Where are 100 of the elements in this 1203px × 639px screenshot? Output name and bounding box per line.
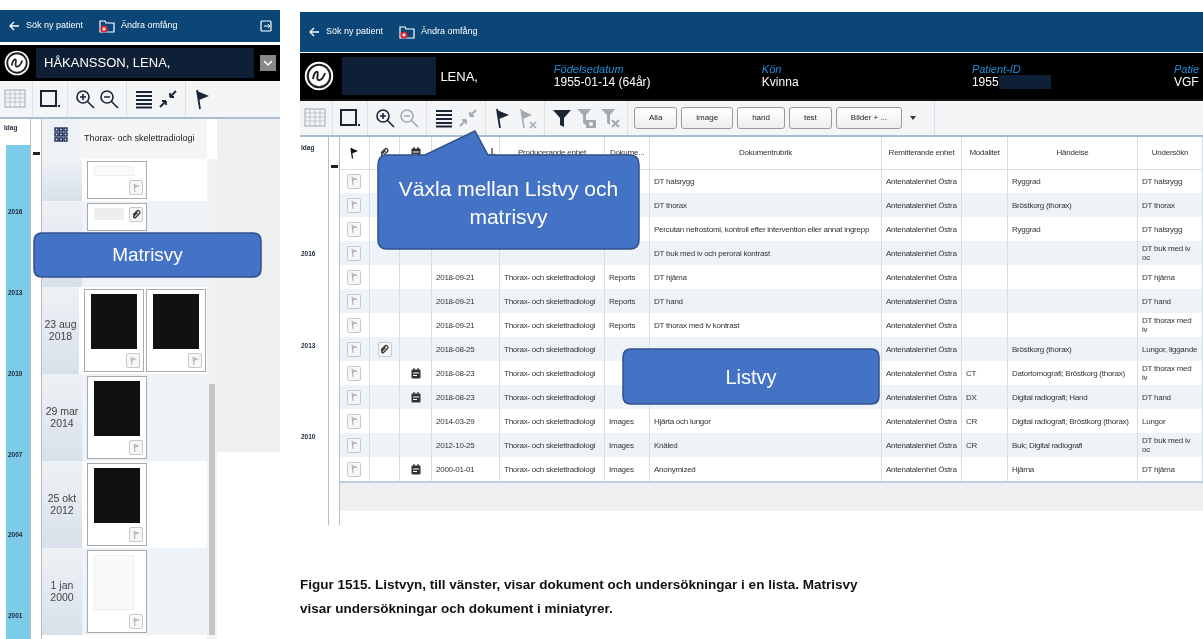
date-cell: 25 okt 2012 [42,461,82,548]
table-cell: CR [966,416,978,426]
table-cell: Thorax- och skelettradiologi [504,464,596,474]
column-header[interactable]: Remitterande enhet [888,146,955,159]
scroll-thumb[interactable] [209,384,215,635]
table-cell: DT buk med iv oc [1142,436,1191,454]
thumbnail[interactable] [87,376,147,459]
column-header[interactable]: Undersökn [1151,146,1189,159]
callout: Listvy [622,348,880,405]
zoom-in-icon[interactable] [74,88,96,110]
filter-button[interactable]: image [681,107,734,129]
thumbnail[interactable] [146,289,206,372]
paperclip-icon[interactable] [379,147,390,159]
table-cell: Thorax- och skelettradiologi [504,416,596,426]
table-cell: Antenatalenhet Östra [886,392,957,402]
thumbnail[interactable] [84,289,144,372]
table-cell: Antenatalenhet Östra [886,296,957,306]
patient-name: HÅKANSSON, LENA, [44,54,171,73]
table-cell: 2014-03-29 [436,416,475,426]
table-cell: Digital radiografi; Bröstkorg (thorax) [1012,416,1129,426]
table-cell: Thorax- och skelettradiologi [504,344,596,354]
table-cell: Percutan nefrostomi, kontroll efter intervention eller annat ingrepp [654,224,870,234]
table-cell: Thorax- och skelettradiologi [504,320,596,330]
callout: Matrisvy [33,232,262,278]
filter-button[interactable]: test [788,107,832,129]
table-cell: DT hjärna [654,272,687,282]
table-cell: 2000-01-01 [436,464,475,474]
table-cell: Antenatalenhet Östra [886,224,957,234]
table-cell: Images [609,416,634,426]
table-cell: Antenatalenhet Östra [886,272,957,282]
filter-button[interactable]: Alla [634,107,678,129]
image-placeholder [94,468,140,523]
flag-icon[interactable] [349,146,360,159]
list-icon[interactable] [133,88,155,110]
square-icon[interactable] [39,88,61,110]
change-scope-link[interactable]: Ändra omfång [121,19,178,33]
table-cell: DT thorax med iv [1142,316,1192,334]
table-cell: Images [609,464,634,474]
calendar-icon[interactable] [410,463,421,475]
table-cell: 2018-08-23 [436,392,475,402]
folder-icon[interactable] [99,19,116,33]
column-header[interactable]: Dokumentrubrik [739,146,792,159]
table-cell: DT hand [1142,392,1171,402]
table-cell: DT hjärna [1142,272,1175,282]
thumbnail[interactable] [87,550,147,633]
field-label: Födelsedatum [553,62,625,75]
table-cell: Lungor [1142,416,1166,426]
table-cell: 2018-08-25 [436,344,475,354]
table-cell: Digital radiografi; Hand [1012,392,1088,402]
calendar-icon[interactable] [410,391,421,403]
table-cell: DT thorax med iv kontrast [654,320,740,330]
table-cell: DX [966,392,977,402]
chevron-down-icon[interactable] [260,55,276,71]
thumbnail[interactable] [87,463,147,546]
folder-icon[interactable] [399,25,416,39]
table-cell: Reports [609,272,636,282]
search-new-patient-link[interactable]: Sök ny patient [26,19,84,33]
grid-icon[interactable] [54,127,68,142]
scrollbar[interactable] [207,159,217,639]
logo-icon [4,50,30,76]
table-cell: DT thorax [654,200,687,210]
table-cell: Anonymized [654,464,696,474]
paperclip-icon[interactable] [129,207,143,222]
thumbnail[interactable] [87,161,147,199]
field-value: 1955 [971,74,999,90]
search-new-patient-link[interactable]: Sök ny patient [326,25,384,39]
back-arrow-icon[interactable] [8,20,20,32]
square-icon[interactable] [339,107,361,129]
exit-icon[interactable] [260,20,272,32]
field-label: Patient-ID [971,62,1022,75]
paperclip-icon[interactable] [377,341,392,357]
table-cell: 2018-08-23 [436,368,475,378]
list-icon[interactable] [433,107,455,129]
table-cell: 2018-09-21 [436,272,475,282]
collapse-arrows-icon[interactable] [157,88,179,110]
table-cell: Reports [609,320,636,330]
filter-button[interactable]: Bilder + ... [835,107,903,129]
calendar-icon[interactable] [410,367,421,379]
image-placeholder [153,294,199,349]
table-cell: DT thorax [1142,200,1175,210]
back-arrow-icon[interactable] [308,26,320,38]
column-header[interactable]: Händelse [1056,146,1089,159]
group-header: Thorax- och skelettradiologi [84,132,195,146]
column-header[interactable]: Modalitet [969,146,1000,159]
field-value: VGF [1173,74,1199,90]
timeline-slider[interactable] [30,119,42,639]
change-scope-link[interactable]: Ändra omfång [421,25,478,39]
table-cell: Buk; Digital radiografi [1012,440,1083,450]
figure-caption: Figur 1515. Listvyn, till vänster, visar dokument och undersökningar i en lista. Matrisvy visar undersökningar och dokument i miniatyrer. [300,576,859,618]
zoom-out-icon[interactable] [98,88,120,110]
thumbnail[interactable] [87,203,147,231]
field-value: Kvinna [761,74,799,90]
table-cell: DT halsrygg [1142,224,1183,234]
table-cell: Antenatalenhet Östra [886,440,957,450]
zoom-in-icon[interactable] [374,107,396,129]
table-cell: Thorax- och skelettradiologi [504,272,596,282]
table-cell: DT buk med iv och peroral kontrast [654,248,770,258]
table-cell: DT halsrygg [654,176,695,186]
filter-button[interactable]: hand [737,107,785,129]
table-cell: Antenatalenhet Östra [886,248,957,258]
